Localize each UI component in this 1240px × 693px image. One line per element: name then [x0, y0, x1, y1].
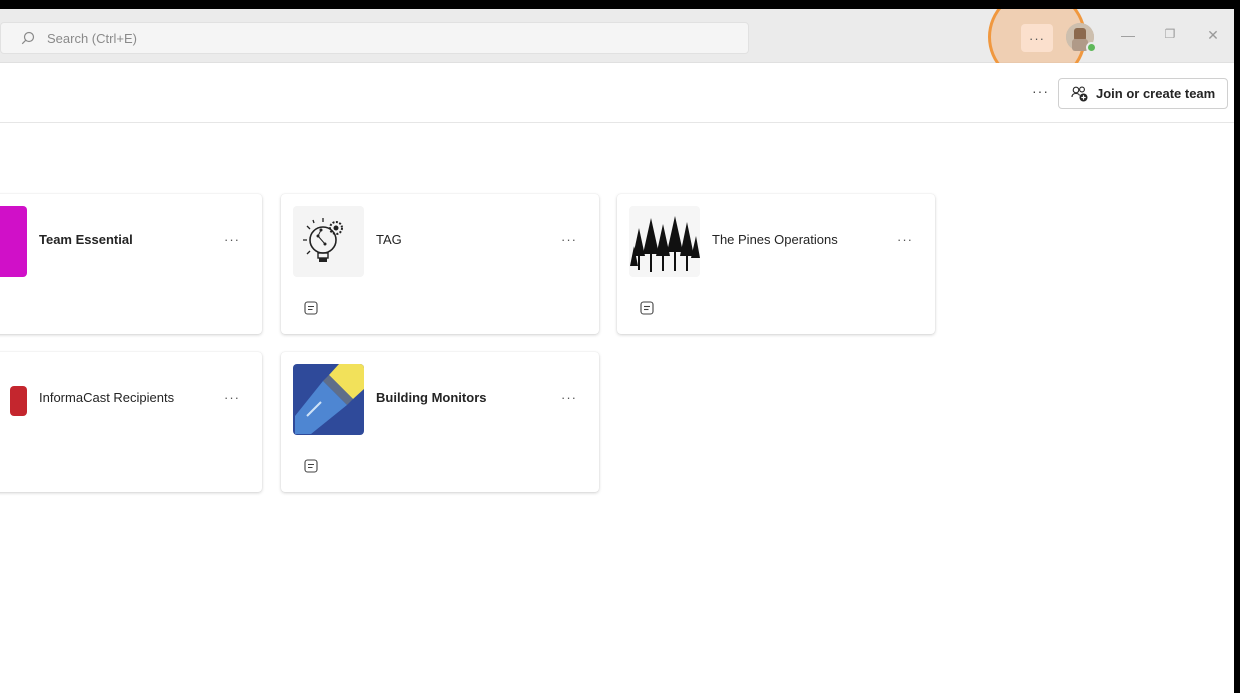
team-more-options-button[interactable]: ··· [224, 232, 240, 247]
search-box[interactable]: Search (Ctrl+E) [0, 22, 749, 54]
team-thumbnail [0, 364, 27, 435]
toolbar-more-button[interactable]: ··· [1032, 83, 1049, 99]
posts-icon[interactable] [639, 300, 655, 316]
more-options-button[interactable]: ··· [1021, 24, 1053, 52]
team-name[interactable]: TAG [376, 232, 402, 247]
join-or-create-team-button[interactable]: Join or create team [1058, 78, 1228, 109]
title-bar: Search (Ctrl+E) ··· — ❐ ✕ [0, 9, 1234, 85]
posts-icon[interactable] [303, 458, 319, 474]
team-more-options-button[interactable]: ··· [561, 390, 577, 405]
minimize-button[interactable]: — [1118, 27, 1138, 43]
team-more-options-button[interactable]: ··· [224, 390, 240, 405]
pine-trees-icon [629, 206, 700, 277]
team-name[interactable]: Building Monitors [376, 390, 486, 405]
teams-window: Search (Ctrl+E) ··· — ❐ ✕ ··· Join or cr… [0, 9, 1234, 693]
team-name[interactable]: InformaCast Recipients [39, 390, 174, 405]
team-card-informacast-recipients[interactable]: InformaCast Recipients ··· [0, 352, 262, 492]
team-card-tag[interactable]: TAG ··· [281, 194, 599, 334]
team-more-options-button[interactable]: ··· [897, 232, 913, 247]
lightbulb-gear-icon [293, 206, 364, 277]
restore-button[interactable]: ❐ [1160, 27, 1180, 41]
team-name[interactable]: Team Essential [39, 232, 133, 247]
close-button[interactable]: ✕ [1203, 27, 1223, 44]
teams-toolbar: ··· Join or create team [0, 63, 1234, 123]
team-more-options-button[interactable]: ··· [561, 232, 577, 247]
search-placeholder: Search (Ctrl+E) [47, 30, 137, 46]
team-name[interactable]: The Pines Operations [712, 232, 838, 247]
team-card-building-monitors[interactable]: Building Monitors ··· [281, 352, 599, 492]
flashlight-icon [293, 364, 364, 435]
avatar[interactable] [1066, 23, 1097, 53]
team-card-the-pines-operations[interactable]: The Pines Operations ··· [617, 194, 935, 334]
search-icon [21, 31, 35, 45]
team-thumbnail [0, 206, 27, 277]
join-or-create-team-label: Join or create team [1096, 86, 1216, 101]
presence-available-icon [1086, 42, 1097, 53]
posts-icon[interactable] [303, 300, 319, 316]
team-card-team-essential[interactable]: Team Essential ··· [0, 194, 262, 334]
people-add-icon [1071, 86, 1088, 101]
